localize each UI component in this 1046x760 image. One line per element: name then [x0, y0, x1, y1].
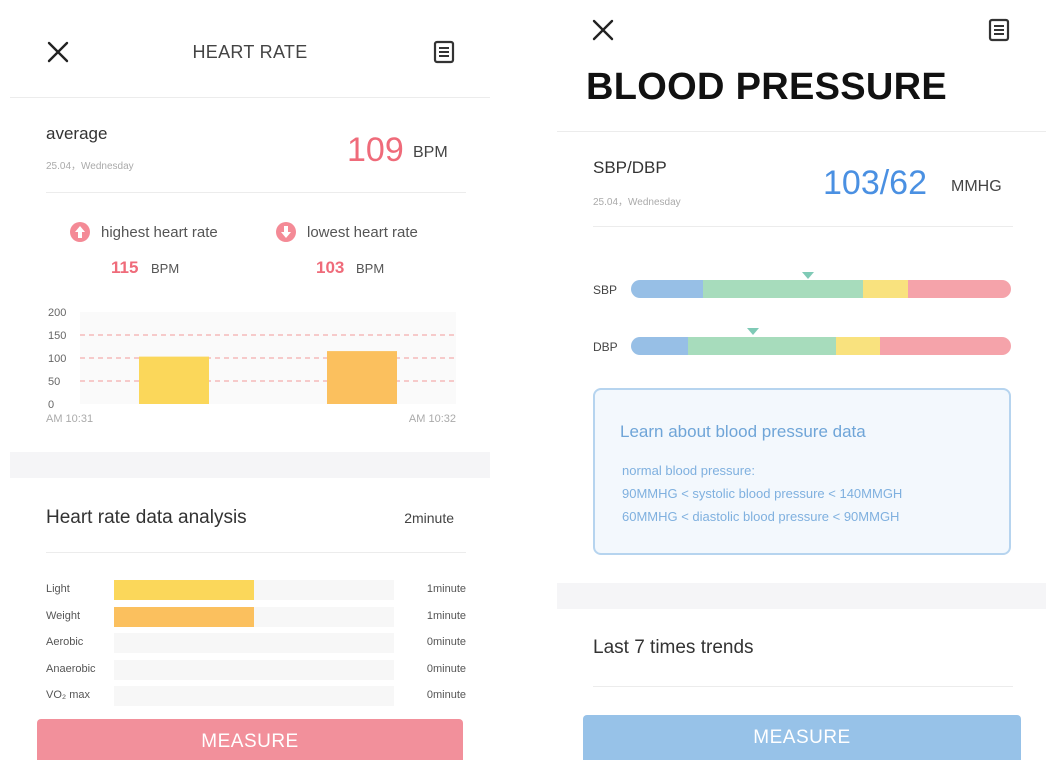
zone-duration: 0minute	[426, 636, 466, 648]
range-segment	[908, 280, 1011, 298]
sbp-range-bar	[631, 280, 1011, 298]
zone-duration: 0minute	[426, 689, 466, 701]
info-line-normal: normal blood pressure:	[622, 463, 755, 478]
zone-duration: 1minute	[426, 609, 466, 622]
range-segment	[879, 337, 1011, 355]
zone-row: Weight 1minute	[46, 606, 466, 629]
average-heart-rate-value: 109	[347, 131, 404, 169]
dbp-range-bar	[631, 337, 1011, 355]
dbp-label: DBP	[593, 340, 618, 354]
y-tick-label: 50	[48, 376, 60, 388]
lowest-heart-rate-label: lowest heart rate	[307, 224, 418, 241]
analysis-total-duration: 2minute	[404, 510, 454, 526]
zone-track	[114, 659, 394, 680]
zone-label: Anaerobic	[46, 662, 96, 675]
zone-row: Anaerobic 0minute	[46, 659, 466, 682]
y-tick-label: 100	[48, 353, 66, 365]
page-title: HEART RATE	[192, 42, 308, 62]
zone-label: VO₂ max	[46, 689, 90, 701]
blood-pressure-info-card[interactable]: Learn about blood pressure data normal b…	[593, 388, 1011, 555]
zone-row: Aerobic 0minute	[46, 633, 466, 655]
zone-track	[114, 580, 394, 600]
zone-fill	[114, 580, 254, 600]
y-tick-label: 0	[48, 399, 54, 411]
zone-track	[114, 633, 394, 653]
header-divider	[557, 131, 1046, 132]
arrow-up-icon	[70, 222, 90, 242]
info-line-systolic: 90MMHG < systolic blood pressure < 140MM…	[622, 486, 903, 501]
section-gap	[557, 583, 1046, 609]
document-icon[interactable]	[988, 18, 1010, 42]
heart-rate-chart: 200 150 100 50 0 AM 10:31 AM 10:32	[46, 300, 456, 430]
blood-pressure-screen: BLOOD PRESSURE SBP/DBP 25.04，Wednesday 1…	[557, 0, 1046, 760]
zone-duration: 0minute	[426, 662, 466, 675]
measure-button[interactable]: MEASURE	[37, 719, 463, 760]
arrow-down-icon	[276, 222, 296, 242]
range-segment	[703, 280, 863, 298]
range-segment	[631, 280, 704, 298]
analysis-divider	[46, 552, 466, 553]
summary-label: SBP/DBP	[593, 158, 667, 177]
section-gap	[10, 452, 490, 478]
info-line-diastolic: 60MMHG < diastolic blood pressure < 90MM…	[622, 509, 900, 524]
zone-fill	[114, 606, 254, 627]
zone-label: Light	[46, 583, 70, 595]
summary-date: 25.04，Wednesday	[46, 161, 134, 172]
zone-label: Weight	[46, 609, 81, 622]
y-tick-label: 200	[48, 307, 66, 319]
lowest-heart-rate-unit: BPM	[356, 261, 385, 276]
zone-row: VO₂ max 0minute	[46, 686, 466, 708]
measure-button[interactable]: MEASURE	[583, 715, 1021, 760]
zone-track	[114, 686, 394, 706]
range-segment	[631, 337, 688, 355]
summary-date: 25.04，Wednesday	[593, 197, 681, 208]
blood-pressure-value: 103/62	[823, 164, 927, 202]
lowest-heart-rate-value: 103	[316, 258, 345, 277]
analysis-title: Heart rate data analysis	[46, 507, 247, 528]
summary-divider	[593, 226, 1013, 227]
close-icon[interactable]	[591, 18, 615, 42]
zone-duration: 1minute	[426, 583, 466, 595]
zone-row: Light 1minute	[46, 580, 466, 602]
range-segment	[862, 280, 909, 298]
range-segment	[836, 337, 880, 355]
summary-divider	[46, 192, 466, 193]
heart-rate-bar	[139, 356, 209, 404]
zone-track	[114, 606, 394, 627]
sbp-marker	[801, 272, 814, 279]
x-start-label: AM 10:31	[46, 413, 93, 425]
highest-heart-rate-unit: BPM	[151, 261, 180, 276]
zone-label: Aerobic	[46, 636, 84, 648]
trends-title[interactable]: Last 7 times trends	[593, 637, 754, 659]
sbp-label: SBP	[593, 283, 618, 297]
page-title: BLOOD PRESSURE	[586, 66, 948, 108]
trends-divider	[593, 686, 1013, 687]
highest-heart-rate-label: highest heart rate	[101, 224, 218, 241]
blood-pressure-unit: MMHG	[951, 178, 1002, 195]
header-divider	[10, 97, 490, 98]
summary-label: average	[46, 124, 108, 143]
y-tick-label: 150	[48, 330, 66, 342]
document-icon[interactable]	[433, 40, 455, 64]
range-segment	[688, 337, 837, 355]
dbp-marker	[746, 328, 759, 335]
highest-heart-rate-value: 115	[111, 258, 139, 277]
info-card-title: Learn about blood pressure data	[620, 422, 866, 441]
x-end-label: AM 10:32	[409, 413, 456, 425]
heart-rate-bar	[327, 351, 397, 404]
heart-rate-screen: HEART RATE average 25.04，Wednesday 109 B…	[10, 0, 490, 760]
average-heart-rate-unit: BPM	[413, 144, 448, 161]
